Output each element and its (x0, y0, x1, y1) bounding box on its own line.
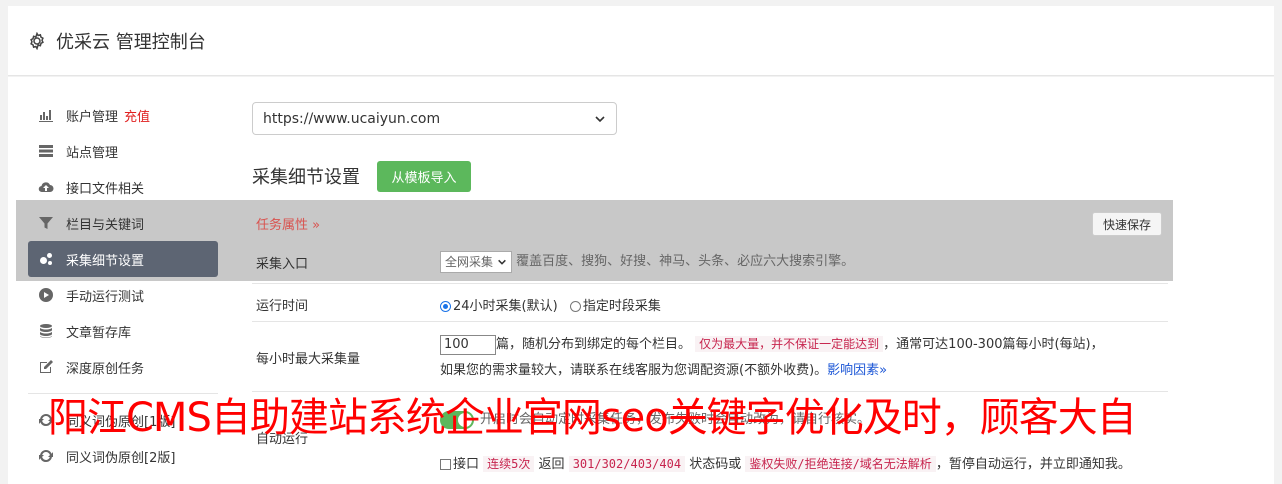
max-per-hour-input[interactable]: 100 (440, 334, 496, 355)
database-icon (40, 324, 52, 338)
sidebar-item-article-store[interactable]: 文章暂存库 (28, 313, 218, 349)
sidebar-item-interface-files[interactable]: 接口文件相关 (28, 169, 218, 205)
entry-select-value: 全网采集 (445, 255, 494, 269)
quick-save-button[interactable]: 快速保存 (1092, 212, 1162, 236)
filter-icon (39, 217, 53, 229)
row-value: 全网采集 覆盖百度、搜狗、好搜、神马、头条、必应六大搜索引擎。 (440, 250, 1168, 273)
runtime-radio-scheduled[interactable] (569, 301, 581, 312)
sidebar-item-sites[interactable]: 站点管理 (28, 133, 218, 169)
row-stop-condition: 接口 连续5次 返回 301/302/403/404 状态码或 鉴权失败/拒绝连… (252, 446, 1168, 484)
row-value: 接口 连续5次 返回 301/302/403/404 状态码或 鉴权失败/拒绝连… (440, 453, 1168, 472)
task-attributes-toggle[interactable]: 任务属性 » (256, 214, 320, 233)
max-text-2: ，通常可达100-300篇每小时(每站)， (883, 337, 1104, 352)
gear-icon (30, 31, 44, 50)
sidebar-divider (28, 393, 218, 394)
runtime-option-scheduled: 指定时段采集 (582, 299, 661, 314)
row-max-per-hour: 每小时最大采集量 100 篇，随机分布到绑定的每个栏目。 仅为最大量，并不保证一定… (252, 321, 1168, 391)
max-text-3: 如果您的需求量较大，请联系在线客服为您调配资源(不额外收费)。 (440, 363, 828, 378)
section-title: 采集细节设置 (252, 167, 360, 188)
site-select[interactable]: https://www.ucaiyun.com (252, 102, 617, 135)
bar-chart-icon (39, 110, 53, 122)
chevron-down-icon (498, 259, 506, 265)
max-text-1: 篇，随机分布到绑定的每个栏目。 (496, 337, 692, 352)
sidebar-item-columns-keywords[interactable]: 栏目与关键词 (28, 205, 218, 241)
stop-highlight-codes: 301/302/403/404 (568, 456, 686, 472)
sidebar-item-manual-run[interactable]: 手动运行测试 (28, 277, 218, 313)
sidebar-item-label: 同义词伪原创[2版] (66, 450, 176, 466)
import-template-button[interactable]: 从模板导入 (377, 161, 471, 192)
runtime-radio-24h[interactable] (440, 301, 451, 312)
sidebar-item-label: 接口文件相关 (66, 181, 145, 197)
chevron-down-icon (595, 115, 605, 122)
stop-text-1: 返回 (538, 457, 565, 472)
sidebar-item-synonym-v2[interactable]: 同义词伪原创[2版] (28, 438, 218, 474)
stop-checkbox[interactable] (440, 459, 451, 470)
sidebar-item-label: 文章暂存库 (66, 325, 132, 341)
stop-highlight-errors: 鉴权失败/拒绝连接/域名无法解析 (745, 456, 936, 472)
edit-icon (40, 360, 53, 373)
max-warning-highlight: 仅为最大量，并不保证一定能达到 (695, 336, 884, 352)
play-icon (39, 288, 53, 302)
row-label: 采集入口 (256, 257, 309, 272)
stop-text-3: ，暂停自动运行，并立即通知我。 (935, 457, 1131, 472)
row-value: 24小时采集(默认) 指定时段采集 (440, 295, 1168, 314)
sidebar-item-label: 采集细节设置 (66, 253, 145, 269)
recharge-link[interactable]: 充值 (124, 106, 150, 125)
sidebar-item-label: 深度原创任务 (66, 361, 145, 377)
server-icon (39, 145, 53, 157)
row-entry: 采集入口 全网采集 覆盖百度、搜狗、好搜、神马、头条、必应六大搜索引擎。 (252, 243, 1168, 279)
row-runtime: 运行时间 24小时采集(默认) 指定时段采集 (252, 283, 1168, 321)
entry-select[interactable]: 全网采集 (440, 250, 513, 273)
chevron-down-icon: » (879, 363, 888, 378)
stop-check-label: 接口 (453, 457, 480, 472)
row-value: 100 篇，随机分布到绑定的每个栏目。 仅为最大量，并不保证一定能达到 ，通常可达1… (440, 331, 1168, 384)
sidebar-item-deep-original[interactable]: 深度原创任务 (28, 349, 218, 385)
entry-description: 覆盖百度、搜狗、好搜、神马、头条、必应六大搜索引擎。 (516, 254, 855, 269)
sidebar-item-label: 账户管理 (66, 109, 119, 125)
site-select-value: https://www.ucaiyun.com (263, 110, 441, 127)
sidebar-item-label: 栏目与关键词 (66, 217, 145, 233)
task-attributes-bar: 任务属性 » 快速保存 (252, 203, 1168, 243)
runtime-option-24h: 24小时采集(默认) (453, 299, 558, 314)
page-title: 优采云 管理控制台 (56, 31, 206, 53)
stop-highlight-count: 连续5次 (483, 456, 535, 472)
sidebar-item-account[interactable]: 账户管理 充值 (28, 97, 218, 133)
overlay-watermark-text: 阳江CMS自助建站系统企业官网seo关键字优化及时，顾客大自 (48, 395, 1137, 441)
sidebar-item-label: 手动运行测试 (66, 289, 145, 305)
row-label: 运行时间 (256, 299, 309, 314)
refresh-icon (39, 449, 53, 463)
cloud-upload-icon (38, 182, 54, 193)
sidebar-item-collection-settings[interactable]: 采集细节设置 (28, 241, 218, 277)
row-label: 每小时最大采集量 (256, 352, 361, 367)
gears-icon (40, 253, 52, 265)
factors-link[interactable]: 影响因素 (827, 363, 879, 378)
stop-text-2: 状态码或 (689, 457, 742, 472)
sidebar-item-label: 站点管理 (66, 145, 119, 161)
header-bar: 优采云 管理控制台 (8, 6, 1274, 76)
